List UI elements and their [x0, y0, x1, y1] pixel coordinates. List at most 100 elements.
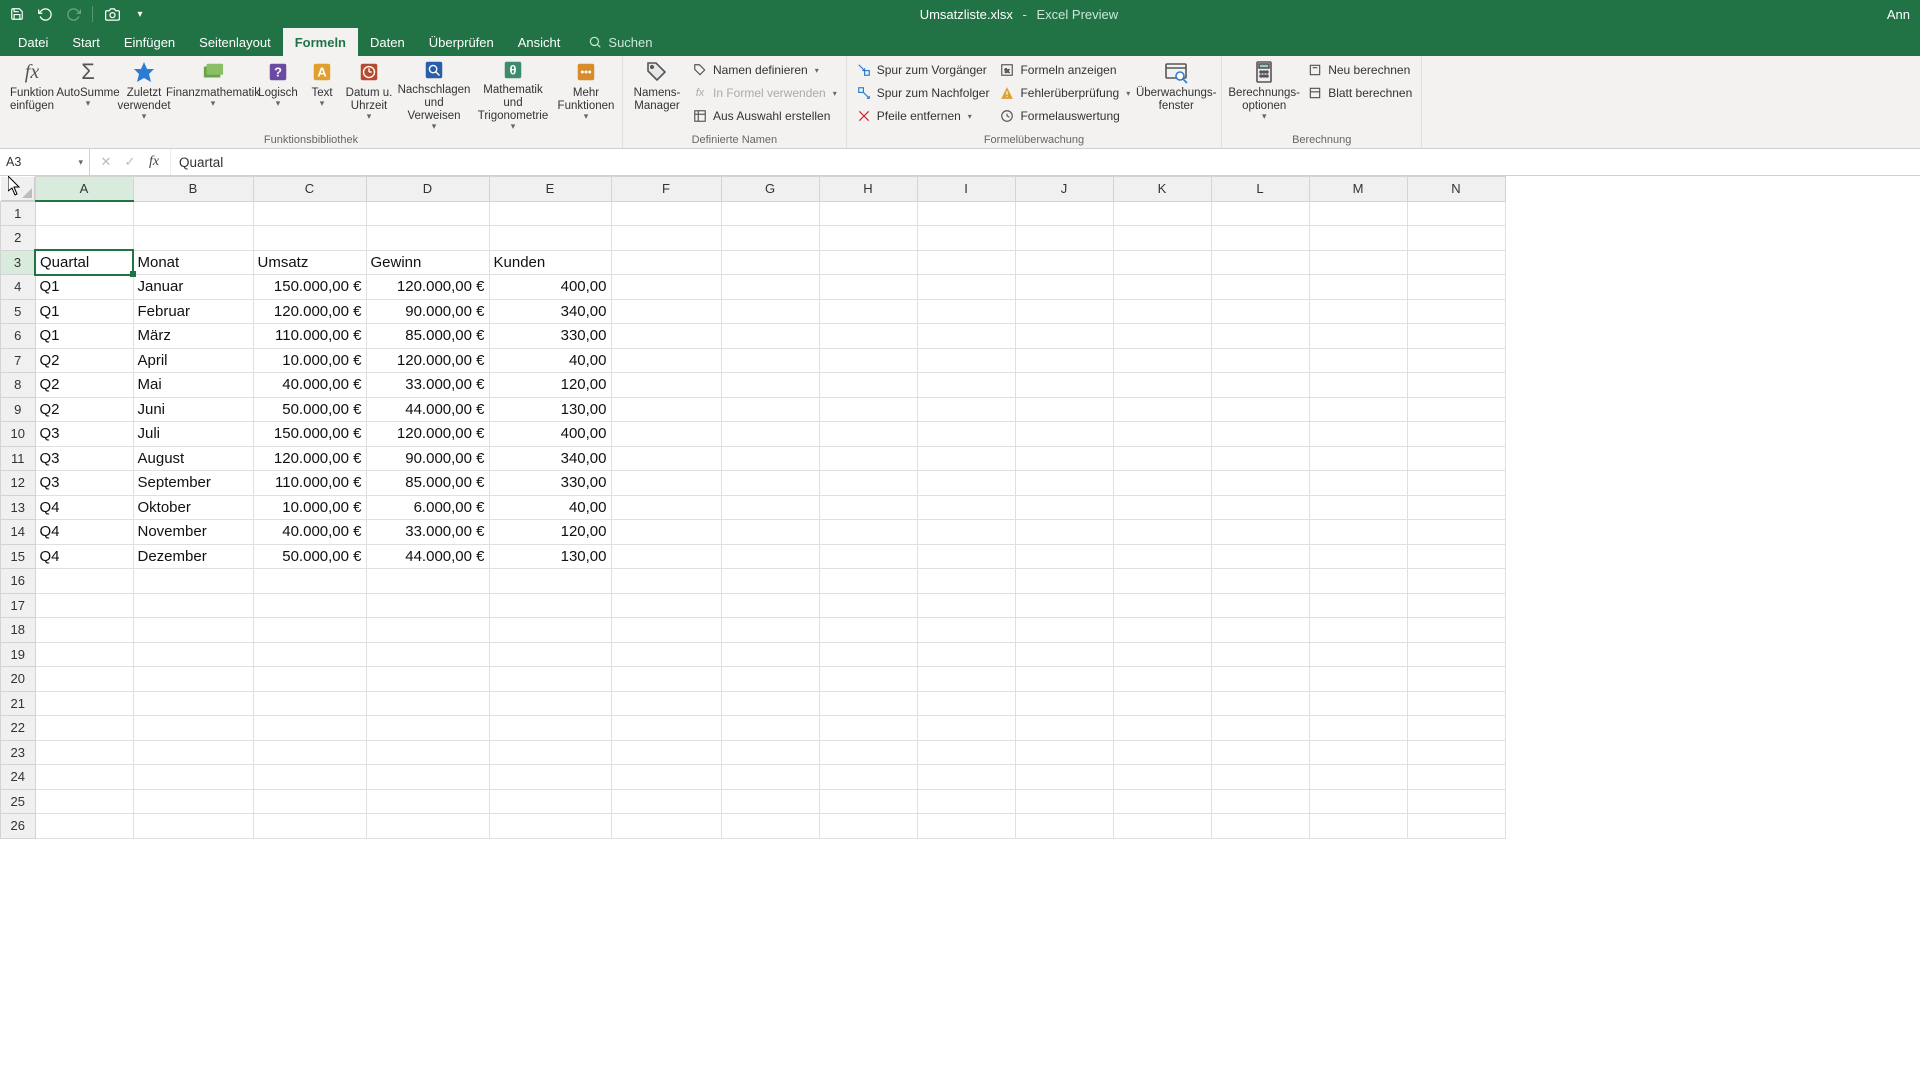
- cell[interactable]: Q1: [35, 275, 133, 300]
- tab-view[interactable]: Ansicht: [506, 28, 573, 56]
- cell[interactable]: [721, 275, 819, 300]
- column-header[interactable]: D: [366, 177, 489, 202]
- column-header[interactable]: F: [611, 177, 721, 202]
- cell[interactable]: Gewinn: [366, 250, 489, 275]
- qat-customize-icon[interactable]: ▾: [129, 3, 151, 25]
- cell[interactable]: [489, 569, 611, 594]
- cell[interactable]: [611, 226, 721, 251]
- cell[interactable]: [611, 495, 721, 520]
- cell[interactable]: [1113, 226, 1211, 251]
- row-header[interactable]: 23: [1, 740, 36, 765]
- column-header[interactable]: N: [1407, 177, 1505, 202]
- cell[interactable]: [819, 667, 917, 692]
- cell[interactable]: [1407, 446, 1505, 471]
- cell[interactable]: [1407, 324, 1505, 349]
- cell[interactable]: 120,00: [489, 373, 611, 398]
- cell[interactable]: [1211, 397, 1309, 422]
- trace-precedents-button[interactable]: Spur zum Vorgänger: [853, 59, 993, 81]
- cell[interactable]: [1113, 618, 1211, 643]
- cell[interactable]: 120.000,00 €: [366, 348, 489, 373]
- cell[interactable]: 50.000,00 €: [253, 544, 366, 569]
- row-header[interactable]: 2: [1, 226, 36, 251]
- cell[interactable]: [611, 716, 721, 741]
- cell[interactable]: [1211, 618, 1309, 643]
- cell[interactable]: [489, 618, 611, 643]
- cell[interactable]: [133, 814, 253, 839]
- cell[interactable]: 10.000,00 €: [253, 348, 366, 373]
- cell[interactable]: Januar: [133, 275, 253, 300]
- cell[interactable]: [721, 569, 819, 594]
- cell[interactable]: [1015, 765, 1113, 790]
- cell[interactable]: [1407, 740, 1505, 765]
- column-header[interactable]: C: [253, 177, 366, 202]
- cell[interactable]: [819, 765, 917, 790]
- cell[interactable]: [35, 618, 133, 643]
- cell[interactable]: 90.000,00 €: [366, 446, 489, 471]
- cell[interactable]: [1015, 642, 1113, 667]
- cell[interactable]: Q1: [35, 324, 133, 349]
- cell[interactable]: [1015, 226, 1113, 251]
- cell[interactable]: [366, 642, 489, 667]
- cell[interactable]: Februar: [133, 299, 253, 324]
- cell[interactable]: [366, 765, 489, 790]
- cell[interactable]: [253, 691, 366, 716]
- row-header[interactable]: 3: [1, 250, 36, 275]
- row-header[interactable]: 17: [1, 593, 36, 618]
- cell[interactable]: [721, 618, 819, 643]
- cell[interactable]: [1211, 324, 1309, 349]
- cell[interactable]: [819, 226, 917, 251]
- cell[interactable]: [1113, 765, 1211, 790]
- cell[interactable]: 120.000,00 €: [366, 422, 489, 447]
- cell[interactable]: [253, 569, 366, 594]
- column-header[interactable]: B: [133, 177, 253, 202]
- cell[interactable]: [489, 716, 611, 741]
- cell[interactable]: [1211, 275, 1309, 300]
- cell[interactable]: 44.000,00 €: [366, 544, 489, 569]
- cell[interactable]: [611, 740, 721, 765]
- cell[interactable]: [35, 667, 133, 692]
- cell[interactable]: [1015, 275, 1113, 300]
- cell[interactable]: [917, 814, 1015, 839]
- cell[interactable]: [1113, 446, 1211, 471]
- cell[interactable]: Dezember: [133, 544, 253, 569]
- tab-insert[interactable]: Einfügen: [112, 28, 187, 56]
- trace-dependents-button[interactable]: Spur zum Nachfolger: [853, 82, 993, 104]
- cell[interactable]: [366, 814, 489, 839]
- cell[interactable]: [489, 814, 611, 839]
- column-header[interactable]: M: [1309, 177, 1407, 202]
- row-header[interactable]: 19: [1, 642, 36, 667]
- cell[interactable]: [366, 667, 489, 692]
- row-header[interactable]: 1: [1, 201, 36, 226]
- cell[interactable]: [1015, 373, 1113, 398]
- calculate-sheet-button[interactable]: Blatt berechnen: [1304, 82, 1415, 104]
- row-header[interactable]: 11: [1, 446, 36, 471]
- cell[interactable]: [611, 814, 721, 839]
- cell[interactable]: [489, 740, 611, 765]
- cell[interactable]: [1211, 814, 1309, 839]
- cell[interactable]: [917, 593, 1015, 618]
- column-header[interactable]: A: [35, 177, 133, 202]
- cell[interactable]: [917, 667, 1015, 692]
- cell[interactable]: Q2: [35, 373, 133, 398]
- cell[interactable]: [917, 618, 1015, 643]
- cell[interactable]: [721, 495, 819, 520]
- tab-data[interactable]: Daten: [358, 28, 417, 56]
- row-header[interactable]: 26: [1, 814, 36, 839]
- cell[interactable]: Q3: [35, 422, 133, 447]
- cell[interactable]: [721, 373, 819, 398]
- cell[interactable]: 150.000,00 €: [253, 422, 366, 447]
- cell[interactable]: [917, 422, 1015, 447]
- cell[interactable]: [1113, 250, 1211, 275]
- cell[interactable]: [1309, 226, 1407, 251]
- cell[interactable]: [1113, 520, 1211, 545]
- cell[interactable]: [917, 740, 1015, 765]
- row-header[interactable]: 15: [1, 544, 36, 569]
- text-button[interactable]: A Text ▾: [304, 59, 340, 129]
- undo-icon[interactable]: [34, 3, 56, 25]
- cell[interactable]: [35, 814, 133, 839]
- cell[interactable]: [819, 250, 917, 275]
- cell[interactable]: 330,00: [489, 471, 611, 496]
- cell[interactable]: [721, 324, 819, 349]
- cell[interactable]: [1113, 642, 1211, 667]
- cell[interactable]: [721, 422, 819, 447]
